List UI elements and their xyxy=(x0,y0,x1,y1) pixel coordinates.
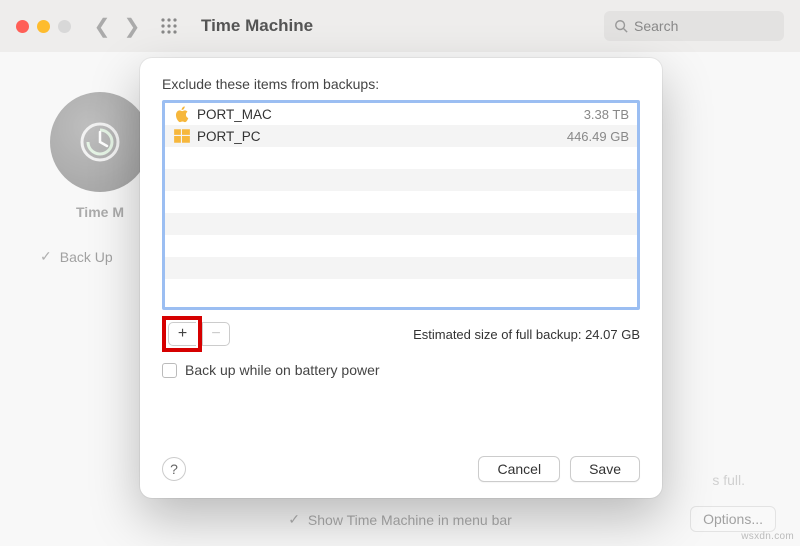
back-button[interactable]: ❮ xyxy=(91,12,113,40)
list-item-size: 446.49 GB xyxy=(567,129,629,144)
options-sheet: Exclude these items from backups: PORT_M… xyxy=(140,58,662,498)
window-title: Time Machine xyxy=(201,16,313,36)
watermark: wsxdn.com xyxy=(741,531,794,542)
help-button[interactable]: ? xyxy=(162,457,186,481)
exclude-header: Exclude these items from backups: xyxy=(162,76,640,92)
list-item-name: PORT_PC xyxy=(197,129,567,144)
cancel-button[interactable]: Cancel xyxy=(478,456,560,482)
minimize-window-button[interactable] xyxy=(37,20,50,33)
list-item-size: 3.38 TB xyxy=(584,107,629,122)
options-button[interactable]: Options... xyxy=(690,506,776,532)
list-item[interactable]: PORT_MAC 3.38 TB xyxy=(165,103,637,125)
all-preferences-grid-icon[interactable] xyxy=(155,12,183,40)
windows-drive-icon xyxy=(173,127,191,145)
exclude-list[interactable]: PORT_MAC 3.38 TB PORT_PC 446.49 GB xyxy=(162,100,640,310)
estimated-size-label: Estimated size of full backup: 24.07 GB xyxy=(413,327,640,342)
search-icon xyxy=(614,19,628,33)
search-placeholder: Search xyxy=(634,18,678,34)
battery-backup-label: Back up while on battery power xyxy=(185,362,380,378)
show-in-menubar-label: Show Time Machine in menu bar xyxy=(308,512,512,528)
list-item[interactable]: PORT_PC 446.49 GB xyxy=(165,125,637,147)
battery-backup-checkbox[interactable]: Back up while on battery power xyxy=(162,362,640,378)
check-icon: ✓ xyxy=(288,511,300,528)
forward-button[interactable]: ❯ xyxy=(121,12,143,40)
checkbox-icon xyxy=(162,363,177,378)
save-button[interactable]: Save xyxy=(570,456,640,482)
remove-exclusion-button[interactable]: − xyxy=(202,322,230,346)
window-toolbar: ❮ ❯ Time Machine Search xyxy=(0,0,800,52)
add-exclusion-button[interactable]: + xyxy=(168,322,196,346)
list-item-name: PORT_MAC xyxy=(197,107,584,122)
backup-automatically-label: Back Up xyxy=(60,249,113,265)
check-icon: ✓ xyxy=(40,248,52,265)
disk-full-text-fragment: s full. xyxy=(712,472,745,488)
show-in-menubar-checkbox[interactable]: ✓ Show Time Machine in menu bar xyxy=(0,511,800,528)
apple-drive-icon xyxy=(173,105,191,123)
time-machine-icon xyxy=(50,92,150,192)
search-input[interactable]: Search xyxy=(604,11,784,41)
traffic-lights xyxy=(16,20,71,33)
zoom-window-button[interactable] xyxy=(58,20,71,33)
close-window-button[interactable] xyxy=(16,20,29,33)
add-button-highlight: + xyxy=(162,316,202,352)
